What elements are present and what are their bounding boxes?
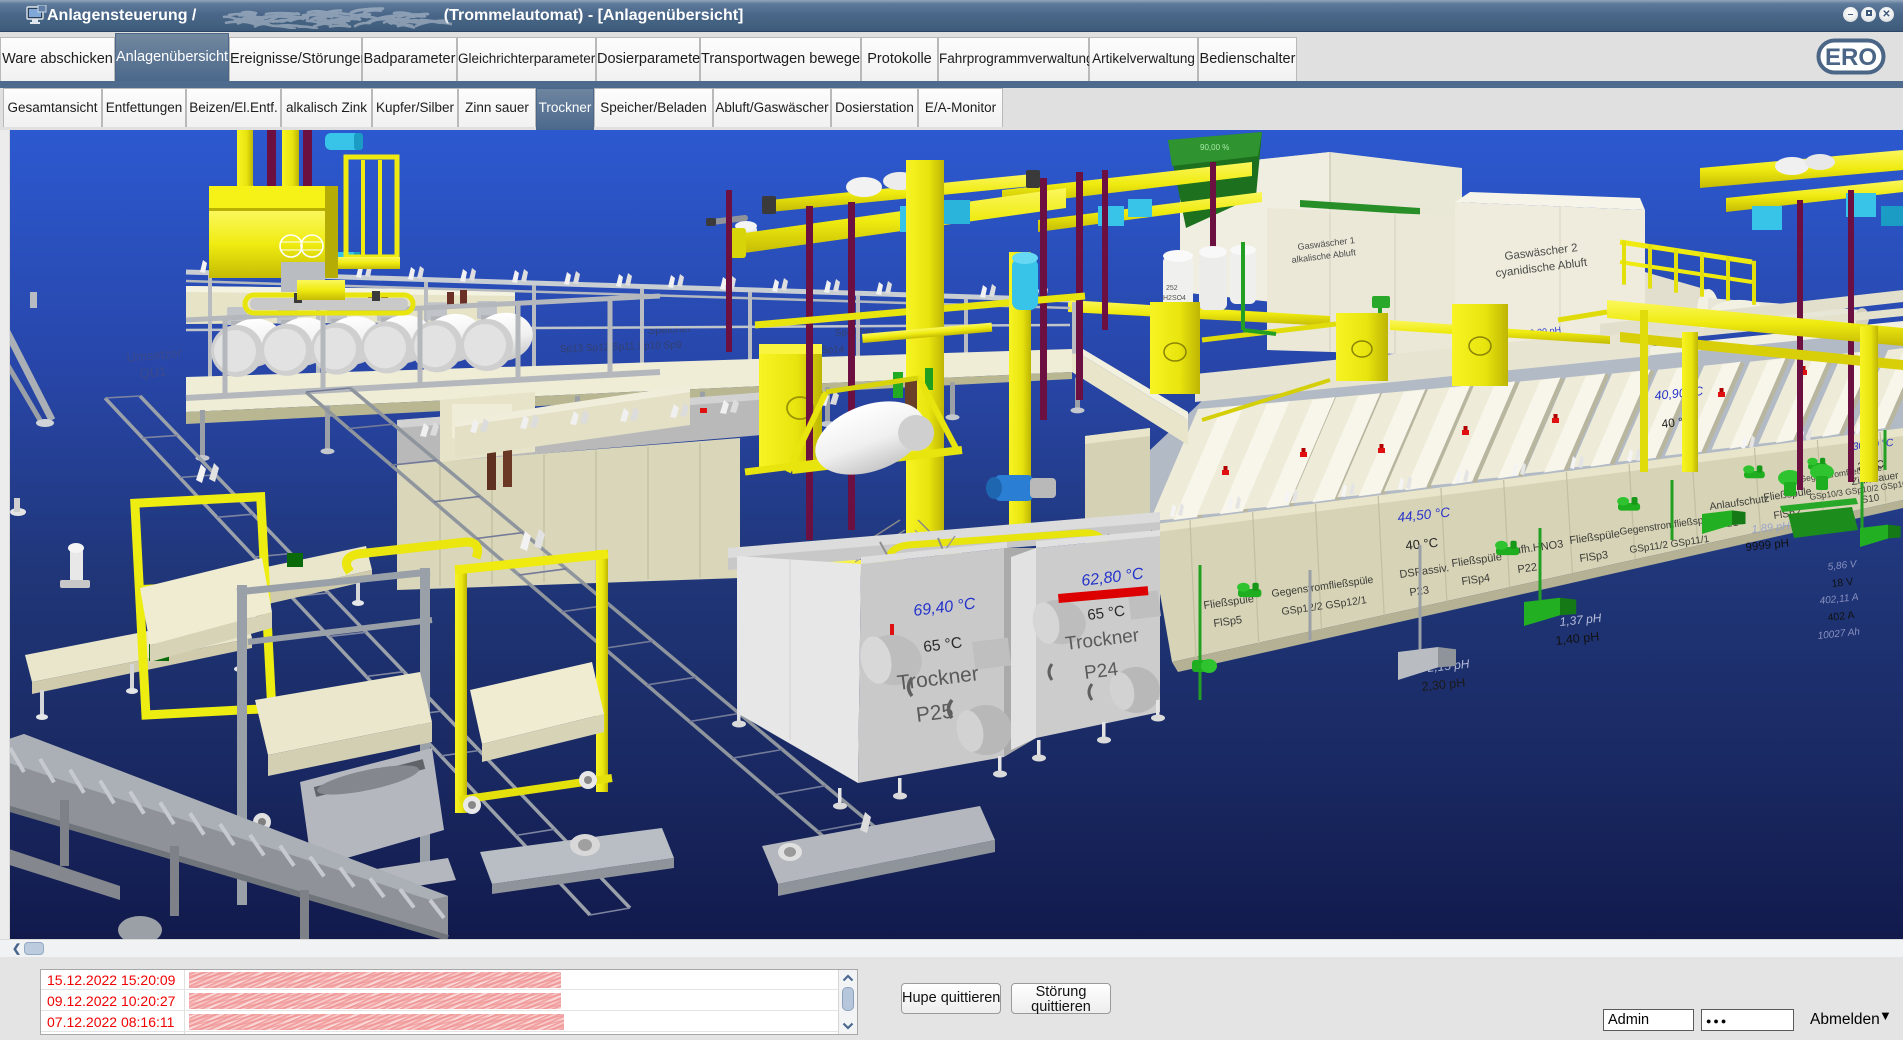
svg-text:ERO: ERO [1825, 44, 1877, 71]
svg-text:18 V: 18 V [1831, 576, 1854, 590]
svg-text:90,00 %: 90,00 % [1200, 143, 1229, 152]
svg-text:H2SO4: H2SO4 [1163, 295, 1186, 302]
svg-text:QU1: QU1 [139, 364, 167, 381]
svg-text:252: 252 [1166, 285, 1178, 292]
svg-text:Speicher: Speicher [648, 323, 692, 337]
svg-text:P24: P24 [1083, 659, 1120, 684]
